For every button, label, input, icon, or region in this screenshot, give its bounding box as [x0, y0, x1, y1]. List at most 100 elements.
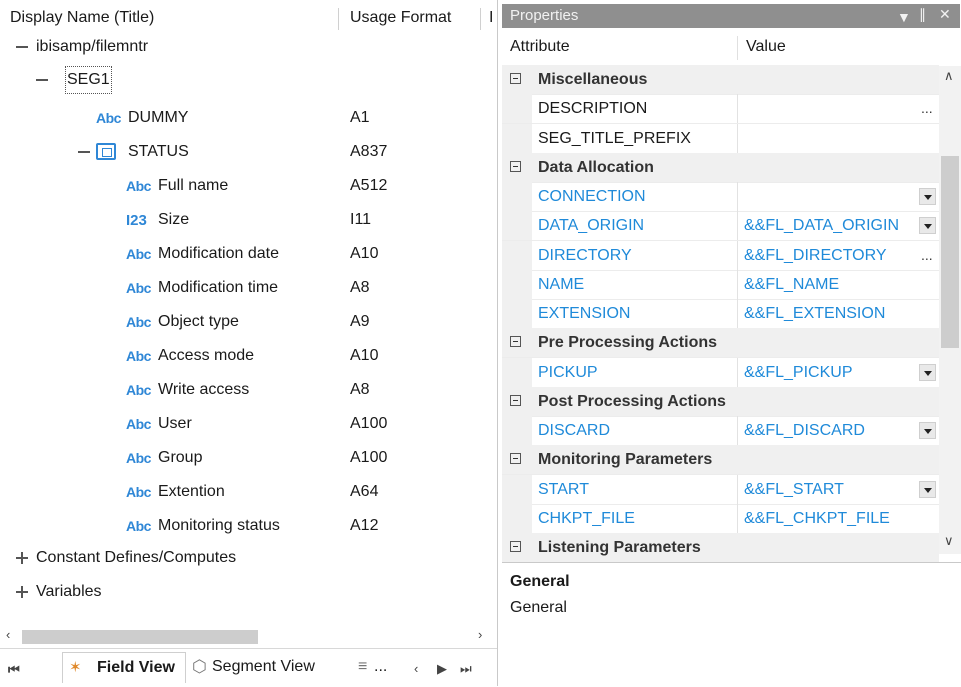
property-row[interactable]: DIRECTORY &&FL_DIRECTORY... [502, 241, 939, 271]
dropdown-icon[interactable] [919, 364, 936, 381]
tab-segment-view[interactable]: ⬡ Segment View [188, 652, 344, 682]
collapse-icon[interactable] [510, 395, 521, 406]
property-row[interactable]: DATA_ORIGIN &&FL_DATA_ORIGIN [502, 211, 939, 241]
property-row[interactable]: DISCARD &&FL_DISCARD [502, 416, 939, 446]
property-category[interactable]: Post Processing Actions [502, 387, 939, 417]
property-value[interactable]: &&FL_NAME [744, 270, 839, 299]
scroll-left-icon[interactable]: ‹ [6, 627, 10, 642]
properties-column-header: Attribute Value [502, 30, 961, 67]
tree-node-label[interactable]: Object type [158, 305, 239, 339]
tree-node-label[interactable]: User [158, 407, 192, 441]
alphanumeric-field-icon: Abc [126, 280, 151, 296]
dropdown-menu-icon[interactable]: ▼ [897, 9, 911, 25]
column-divider [737, 211, 738, 240]
prev-tab-icon[interactable]: ‹ [414, 661, 418, 676]
tree-node-label[interactable]: Extention [158, 475, 225, 509]
usage-format-value: A10 [350, 347, 379, 364]
collapse-icon[interactable] [510, 453, 521, 464]
property-row[interactable]: PICKUP &&FL_PICKUP [502, 358, 939, 388]
column-divider [737, 94, 738, 123]
last-tab-icon[interactable]: ⏭ [460, 661, 472, 677]
vertical-scroll-thumb[interactable] [941, 156, 959, 348]
property-category[interactable]: Miscellaneous [502, 65, 939, 95]
usage-format-column-header[interactable]: Usage Format [350, 9, 451, 27]
scroll-down-icon[interactable]: ∨ [944, 533, 954, 549]
usage-format-value: A100 [350, 415, 388, 432]
tree-node-label[interactable]: Access mode [158, 339, 254, 373]
horizontal-scroll-thumb[interactable] [22, 630, 258, 644]
collapse-icon[interactable] [78, 135, 90, 169]
ellipsis-button[interactable]: ... [921, 241, 933, 270]
expand-icon[interactable] [16, 541, 28, 575]
collapse-icon[interactable] [510, 161, 521, 172]
tree-node-label[interactable]: Full name [158, 169, 228, 203]
column-divider[interactable] [480, 8, 481, 30]
dropdown-icon[interactable] [919, 481, 936, 498]
tree-node-label[interactable]: Modification date [158, 237, 279, 271]
close-icon[interactable]: ✕ [939, 6, 951, 23]
value-column-header[interactable]: Value [746, 38, 786, 56]
property-value[interactable]: &&FL_DISCARD [744, 416, 865, 445]
first-tab-icon[interactable]: ⏮ [8, 662, 20, 678]
dropdown-icon[interactable] [919, 188, 936, 205]
collapse-icon[interactable] [510, 336, 521, 347]
collapse-icon[interactable] [510, 541, 521, 552]
column-divider[interactable] [737, 36, 738, 60]
tree-node-label[interactable]: Monitoring status [158, 509, 280, 543]
property-row[interactable]: SEG_TITLE_PREFIX [502, 124, 939, 154]
column-divider [737, 358, 738, 387]
dropdown-icon[interactable] [919, 217, 936, 234]
property-value[interactable]: &&FL_DATA_ORIGIN [744, 211, 899, 240]
property-value[interactable]: &&FL_DIRECTORY [744, 241, 887, 270]
property-row[interactable]: CHKPT_FILE &&FL_CHKPT_FILE [502, 504, 939, 534]
property-category[interactable]: Pre Processing Actions [502, 328, 939, 358]
column-divider [737, 182, 738, 211]
tree-node-label[interactable]: STATUS [128, 135, 189, 169]
tree-node-label[interactable]: DUMMY [128, 101, 188, 135]
dropdown-icon[interactable] [919, 422, 936, 439]
tree-node-label[interactable]: Constant Defines/Computes [36, 541, 236, 575]
row-gutter [502, 416, 532, 445]
property-value[interactable]: &&FL_START [744, 475, 844, 504]
column-divider [737, 299, 738, 328]
property-row[interactable]: NAME &&FL_NAME [502, 270, 939, 300]
collapse-icon[interactable] [36, 63, 48, 97]
ellipsis-button[interactable]: ... [921, 94, 933, 123]
property-category[interactable]: Listening Parameters [502, 533, 939, 563]
property-row[interactable]: CONNECTION [502, 182, 939, 212]
collapse-icon[interactable] [16, 30, 28, 64]
property-row[interactable]: EXTENSION &&FL_EXTENSION [502, 299, 939, 329]
tab-overflow[interactable]: ≡ ... [350, 652, 398, 682]
collapse-icon[interactable] [510, 73, 521, 84]
scroll-up-icon[interactable]: ∧ [944, 68, 954, 84]
property-category[interactable]: Data Allocation [502, 153, 939, 183]
alphanumeric-field-icon: Abc [126, 518, 151, 534]
row-gutter [502, 475, 532, 504]
tree-node-label[interactable]: Modification time [158, 271, 278, 305]
properties-title-bar: Properties ▼ ∥ ✕ [502, 4, 960, 28]
property-value[interactable]: &&FL_PICKUP [744, 358, 852, 387]
next-tab-icon[interactable]: ▶ [437, 661, 447, 677]
tree-node-label[interactable]: Size [158, 203, 189, 237]
tree-node-label[interactable]: Write access [158, 373, 249, 407]
column-divider [737, 241, 738, 270]
attribute-column-header[interactable]: Attribute [510, 38, 570, 56]
tree-node-label[interactable]: SEG1 [65, 66, 112, 94]
tree-node-label[interactable]: Group [158, 441, 202, 475]
tree-node-label[interactable]: Variables [36, 575, 102, 609]
tree-node-label[interactable]: ibisamp/filemntr [36, 30, 148, 64]
scroll-right-icon[interactable]: › [478, 627, 482, 642]
property-category[interactable]: Monitoring Parameters [502, 445, 939, 475]
property-row[interactable]: DESCRIPTION... [502, 94, 939, 124]
pin-icon[interactable]: ∥ [919, 6, 926, 23]
third-column-header[interactable]: I [489, 9, 493, 27]
display-name-column-header[interactable]: Display Name (Title) [10, 9, 154, 27]
property-name: CHKPT_FILE [538, 510, 635, 527]
property-value[interactable]: &&FL_CHKPT_FILE [744, 504, 890, 533]
property-value[interactable]: &&FL_EXTENSION [744, 299, 885, 328]
property-row[interactable]: START &&FL_START [502, 475, 939, 505]
expand-icon[interactable] [16, 575, 28, 609]
column-divider[interactable] [338, 8, 339, 30]
tab-field-view[interactable]: ✶ Field View [62, 652, 186, 683]
alphanumeric-field-icon: Abc [96, 110, 121, 126]
